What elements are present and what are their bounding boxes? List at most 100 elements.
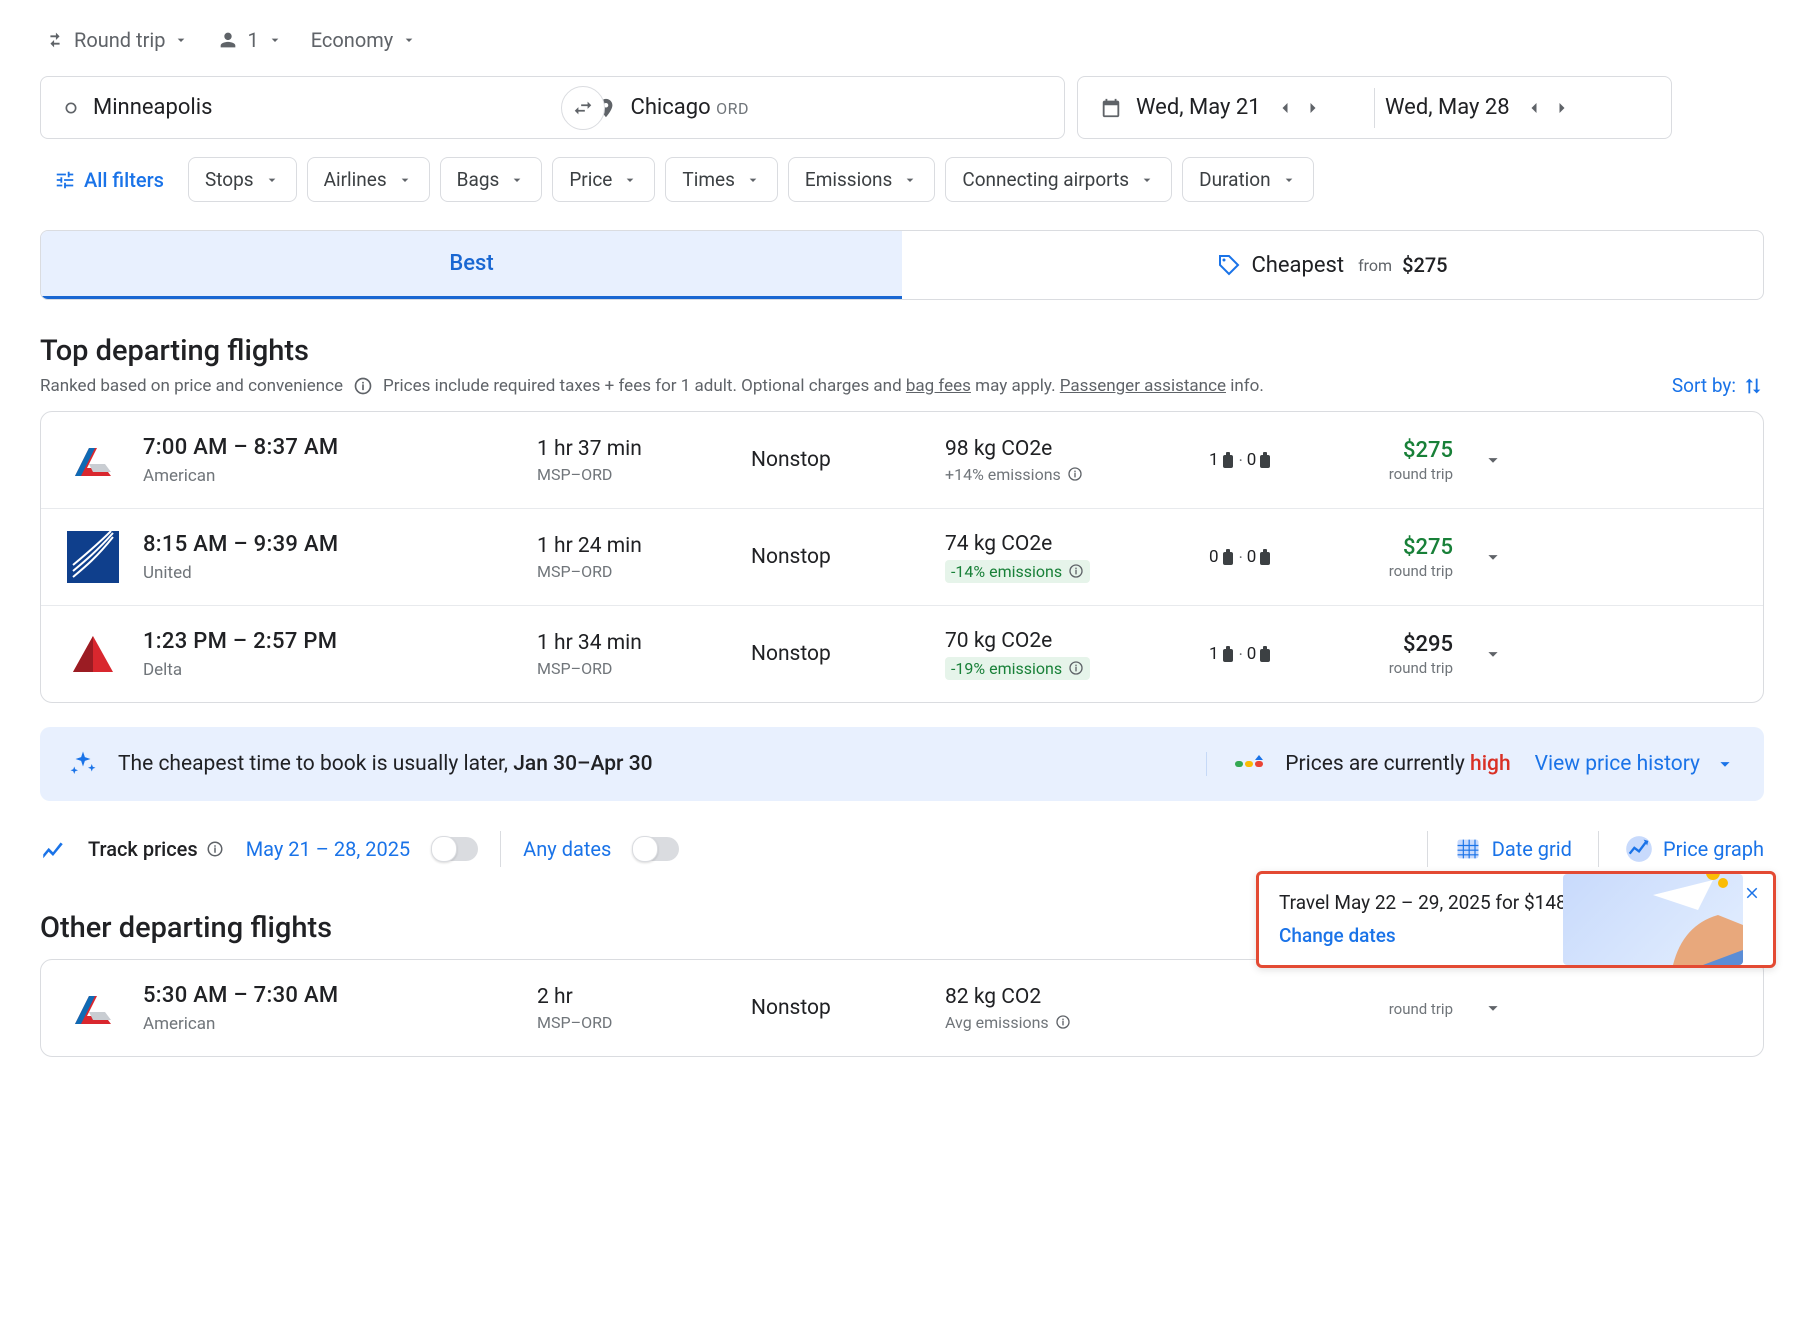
track-any-dates: Any dates xyxy=(523,837,611,861)
track-any-toggle[interactable] xyxy=(633,837,679,861)
swap-button[interactable] xyxy=(561,86,605,130)
chevron-down-icon xyxy=(622,172,638,188)
tab-cheapest-from: from xyxy=(1358,256,1392,275)
airline-logo xyxy=(67,982,119,1034)
expand-button[interactable] xyxy=(1477,643,1509,665)
flight-row[interactable]: 7:00 AM – 8:37 AMAmerican1 hr 37 minMSP–… xyxy=(41,412,1763,509)
trend-icon xyxy=(40,836,66,862)
filter-chip-connecting-airports[interactable]: Connecting airports xyxy=(945,157,1172,202)
tab-best-label: Best xyxy=(449,251,493,276)
bag-allowance: 1·0 xyxy=(1209,450,1309,470)
circle-icon xyxy=(63,100,79,116)
info-icon[interactable] xyxy=(1055,1014,1071,1030)
bag-allowance: 0·0 xyxy=(1209,547,1309,567)
flight-row[interactable]: 8:15 AM – 9:39 AMUnited1 hr 24 minMSP–OR… xyxy=(41,509,1763,606)
return-date-input[interactable]: Wed, May 28 xyxy=(1375,77,1659,138)
flight-stops: Nonstop xyxy=(751,996,921,1020)
filter-chip-times[interactable]: Times xyxy=(665,157,778,202)
change-dates-popover: Travel May 22 – 29, 2025 for $148 Change… xyxy=(1256,871,1776,968)
flight-row[interactable]: 5:30 AM – 7:30 AMAmerican2 hrMSP–ORDNons… xyxy=(41,960,1763,1056)
expand-button[interactable] xyxy=(1477,546,1509,568)
price-indicator-icon xyxy=(1235,755,1271,773)
depart-date-input[interactable]: Wed, May 21 xyxy=(1090,77,1374,138)
chevron-right-icon[interactable] xyxy=(1303,98,1323,118)
swap-arrows-icon xyxy=(44,29,66,51)
info-icon[interactable] xyxy=(353,376,373,396)
emissions-value: 82 kg CO2 xyxy=(945,985,1185,1009)
price-note: Prices include required taxes + fees for… xyxy=(383,376,1264,396)
expand-button[interactable] xyxy=(1477,997,1509,1019)
flight-price: $275 xyxy=(1333,438,1453,463)
sort-icon xyxy=(1742,375,1764,397)
flight-duration: 2 hr xyxy=(537,985,727,1009)
bag-fees-link[interactable]: bag fees xyxy=(906,376,971,396)
tab-cheapest-label: Cheapest xyxy=(1251,253,1344,278)
chevron-left-icon[interactable] xyxy=(1275,98,1295,118)
trip-type-selector[interactable]: Round trip xyxy=(44,28,189,52)
tab-best[interactable]: Best xyxy=(41,231,902,299)
info-icon[interactable] xyxy=(1067,466,1083,482)
filter-chip-stops[interactable]: Stops xyxy=(188,157,297,202)
insight-mid-text: Prices are currently high xyxy=(1285,752,1510,776)
top-flights-title: Top departing flights xyxy=(40,334,1764,368)
flight-duration: 1 hr 34 min xyxy=(537,631,727,655)
calendar-grid-icon xyxy=(1454,835,1482,863)
info-icon[interactable] xyxy=(1068,660,1084,676)
bag-allowance: 1·0 xyxy=(1209,644,1309,664)
round-trip-label: round trip xyxy=(1333,1000,1453,1018)
chip-label: Duration xyxy=(1199,168,1271,191)
depart-date-value: Wed, May 21 xyxy=(1136,95,1261,120)
swap-horiz-icon xyxy=(572,97,594,119)
price-insight-card: The cheapest time to book is usually lat… xyxy=(40,727,1764,801)
all-filters-button[interactable]: All filters xyxy=(40,158,178,202)
info-icon[interactable] xyxy=(1068,563,1084,579)
filter-chip-duration[interactable]: Duration xyxy=(1182,157,1314,202)
flight-times: 8:15 AM – 9:39 AM xyxy=(143,532,513,557)
filter-chip-bags[interactable]: Bags xyxy=(440,157,543,202)
airline-logo xyxy=(67,434,119,486)
view-price-history-link[interactable]: View price history xyxy=(1535,752,1736,776)
airline-name: Delta xyxy=(143,660,513,680)
chevron-right-icon[interactable] xyxy=(1552,98,1572,118)
tab-cheapest[interactable]: Cheapest from $275 xyxy=(902,231,1763,299)
airline-name: United xyxy=(143,563,513,583)
insight-text: The cheapest time to book is usually lat… xyxy=(118,752,653,776)
flight-price: $295 xyxy=(1333,632,1453,657)
location-group: Minneapolis Chicago ORD xyxy=(40,76,1065,139)
sort-by-button[interactable]: Sort by: xyxy=(1672,374,1764,397)
cabin-selector[interactable]: Economy xyxy=(311,28,418,52)
filter-chip-airlines[interactable]: Airlines xyxy=(307,157,430,202)
flight-duration: 1 hr 24 min xyxy=(537,534,727,558)
chip-label: Bags xyxy=(457,168,500,191)
chip-label: Stops xyxy=(205,168,254,191)
date-grid-button[interactable]: Date grid xyxy=(1454,835,1572,863)
origin-input[interactable]: Minneapolis xyxy=(41,77,533,138)
track-prices-label: Track prices xyxy=(88,837,224,861)
expand-button[interactable] xyxy=(1477,449,1509,471)
flight-row[interactable]: 1:23 PM – 2:57 PMDelta1 hr 34 minMSP–ORD… xyxy=(41,606,1763,702)
passengers-count: 1 xyxy=(247,28,258,52)
all-filters-label: All filters xyxy=(84,168,164,192)
filter-chip-price[interactable]: Price xyxy=(552,157,655,202)
chevron-left-icon[interactable] xyxy=(1524,98,1544,118)
info-icon[interactable] xyxy=(206,840,224,858)
sparkle-icon xyxy=(68,749,98,779)
origin-value: Minneapolis xyxy=(93,95,212,120)
return-date-value: Wed, May 28 xyxy=(1385,95,1510,120)
emissions-delta: -19% emissions xyxy=(945,657,1090,680)
filter-chip-emissions[interactable]: Emissions xyxy=(788,157,935,202)
track-specific-toggle[interactable] xyxy=(432,837,478,861)
emissions-delta: +14% emissions xyxy=(945,465,1083,484)
passenger-assistance-link[interactable]: Passenger assistance xyxy=(1060,376,1226,396)
chevron-down-icon xyxy=(397,172,413,188)
price-graph-label: Price graph xyxy=(1663,837,1764,861)
price-graph-button[interactable]: Price graph xyxy=(1625,835,1764,863)
flight-stops: Nonstop xyxy=(751,642,921,666)
close-icon[interactable] xyxy=(1743,884,1761,902)
passengers-selector[interactable]: 1 xyxy=(217,28,282,52)
airline-logo xyxy=(67,531,119,583)
round-trip-label: round trip xyxy=(1333,465,1453,483)
destination-input[interactable]: Chicago ORD xyxy=(573,77,1065,138)
date-group: Wed, May 21 Wed, May 28 xyxy=(1077,76,1672,139)
ranked-note: Ranked based on price and convenience xyxy=(40,376,343,396)
